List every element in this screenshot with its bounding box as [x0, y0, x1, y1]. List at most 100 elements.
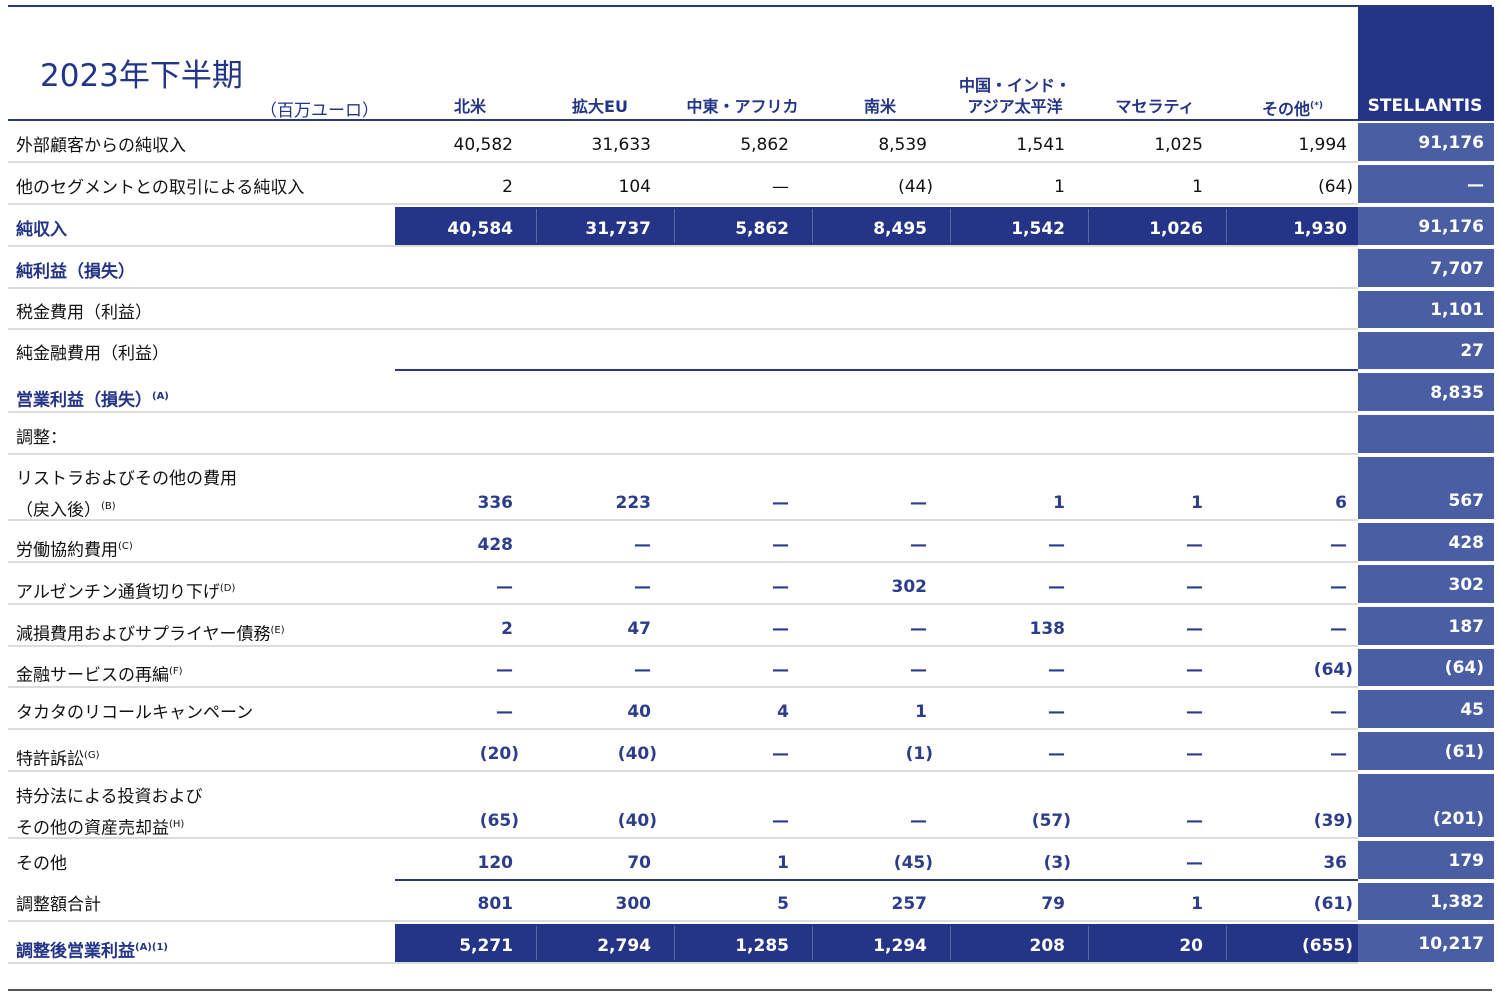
row-label: 調整額合計: [16, 893, 101, 918]
table-cell: (65): [479, 811, 519, 831]
table-cell: —: [1186, 577, 1203, 597]
table-cell: 336: [477, 493, 514, 513]
stellantis-value: 45: [1460, 700, 1484, 720]
table-cell: (655): [1301, 936, 1353, 956]
stellantis-cell: 8,835: [1358, 373, 1494, 411]
stellantis-cell: 27: [1358, 332, 1494, 369]
table-cell: 428: [477, 535, 514, 555]
row-label: リストラおよびその他の費用 （戻入後）(B): [16, 466, 237, 525]
stellantis-cell: 187: [1358, 607, 1494, 645]
table-cell: 302: [891, 577, 928, 597]
table-cell: 1: [1192, 177, 1203, 197]
table-cell: 8,539: [878, 135, 927, 155]
table-cell: —: [772, 535, 789, 555]
table-cell: 208: [1029, 936, 1066, 956]
stellantis-cell: 1,382: [1358, 883, 1494, 920]
table-cell: 1,930: [1293, 219, 1347, 239]
table-row: 純金融費用（利益） 27: [0, 330, 1500, 371]
bottom-rule: [8, 989, 1492, 991]
table-cell: —: [1330, 744, 1347, 764]
row-label-text: 減損費用およびサプライヤー債務: [16, 624, 271, 645]
table-cell: (57): [1031, 811, 1071, 831]
table-cell: 120: [477, 853, 514, 873]
table-cell: 8,495: [873, 219, 927, 239]
table-cell: 223: [615, 493, 652, 513]
row-label-text: 調整額合計: [16, 895, 101, 915]
table-cell: 70: [627, 853, 651, 873]
table-cell: 1: [915, 702, 927, 722]
row-label: 持分法による投資および その他の資産売却益(H): [16, 784, 203, 843]
table-cell: (39): [1313, 811, 1353, 831]
table-cell: 1,541: [1016, 135, 1065, 155]
row-label-text: 営業利益（損失）: [16, 390, 152, 411]
row-label: 純収入: [16, 218, 67, 243]
table-cell: (40): [617, 811, 657, 831]
row-label-text: 特許訴訟: [16, 749, 84, 770]
table-cell: 36: [1323, 853, 1347, 873]
row-label-text: 純収入: [16, 220, 67, 240]
stellantis-value: 91,176: [1418, 217, 1484, 237]
row-label-note: (H): [169, 819, 185, 830]
row-label-text: リストラおよびその他の費用: [16, 469, 237, 489]
table-cell: (45): [893, 853, 933, 873]
row-label-note: (F): [169, 666, 183, 677]
table-cell: 31,737: [585, 219, 651, 239]
row-label: 他のセグメントとの取引による純収入: [16, 176, 304, 201]
table-cell: (40): [617, 744, 657, 764]
row-label-text: 調整：: [16, 428, 67, 448]
table-cell: —: [772, 493, 789, 513]
stellantis-cell: (64): [1358, 649, 1494, 686]
table-cell: 257: [891, 894, 928, 914]
stellantis-cell: 91,176: [1358, 207, 1494, 245]
table-cell: 1: [1191, 493, 1203, 513]
stellantis-cell: (61): [1358, 732, 1494, 770]
table-row: 外部顧客からの純収入 40,582 31,633 5,862 8,539 1,541 1,0…: [0, 121, 1500, 163]
row-label-text: 調整後営業利益: [16, 941, 135, 962]
row-label-note: (A): [152, 391, 169, 402]
stellantis-value: (64): [1444, 658, 1484, 678]
row-label: 営業利益（損失）(A): [16, 384, 169, 414]
row-label: 労働協約費用(C): [16, 534, 133, 564]
table-cell: 40,584: [447, 219, 513, 239]
table-row: 調整額合計 801 300 5 257 79 1 (61) 1,382: [0, 881, 1500, 922]
stellantis-value: 91,176: [1418, 133, 1484, 153]
table-row: タカタのリコールキャンペーン — 40 4 1 — — — 45: [0, 688, 1500, 730]
table-cell: (1): [905, 744, 933, 764]
row-label-text-line2: （戻入後）: [16, 500, 101, 521]
table-cell: 1,025: [1154, 135, 1203, 155]
stellantis-cell: (201): [1358, 774, 1494, 837]
row-label-text: その他: [16, 854, 67, 874]
table-row: 営業利益（損失）(A) 8,835: [0, 371, 1500, 413]
row-label-text: タカタのリコールキャンペーン: [16, 703, 254, 723]
table-body: 外部顧客からの純収入 40,582 31,633 5,862 8,539 1,541 1,0…: [0, 0, 1500, 998]
stellantis-value: (61): [1444, 742, 1484, 762]
table-cell: 4: [777, 702, 789, 722]
table-cell: —: [1330, 619, 1347, 639]
table-cell: —: [1186, 619, 1203, 639]
stellantis-cell: 302: [1358, 565, 1494, 603]
table-cell: 5,862: [740, 135, 789, 155]
table-cell: 300: [615, 894, 652, 914]
stellantis-value: (201): [1432, 809, 1484, 829]
table-row: 労働協約費用(C) 428 — — — — — — 428: [0, 521, 1500, 563]
stellantis-value: 187: [1448, 617, 1485, 637]
table-cell: —: [1048, 535, 1065, 555]
stellantis-value: —: [1467, 175, 1484, 195]
table-cell: —: [1330, 702, 1347, 722]
row-label-text: 税金費用（利益）: [16, 303, 152, 323]
table-cell: 801: [477, 894, 514, 914]
table-cell: (20): [479, 744, 519, 764]
table-cell: 40,582: [453, 135, 513, 155]
stellantis-cell: 45: [1358, 690, 1494, 728]
stellantis-value: 1,101: [1430, 300, 1484, 320]
row-label-text: 労働協約費用: [16, 540, 118, 561]
table-cell: 1: [777, 853, 789, 873]
stellantis-cell: 91,176: [1358, 123, 1494, 161]
table-row: 特許訴訟(G) (20) (40) — (1) — — — (61): [0, 730, 1500, 772]
table-row: 減損費用およびサプライヤー債務(E) 2 47 — — 138 — — 187: [0, 605, 1500, 647]
stellantis-value: 1,382: [1430, 892, 1484, 912]
table-cell: —: [634, 535, 651, 555]
table-cell: —: [1048, 577, 1065, 597]
table-cell: 2,794: [597, 936, 651, 956]
table-cell: 138: [1029, 619, 1066, 639]
